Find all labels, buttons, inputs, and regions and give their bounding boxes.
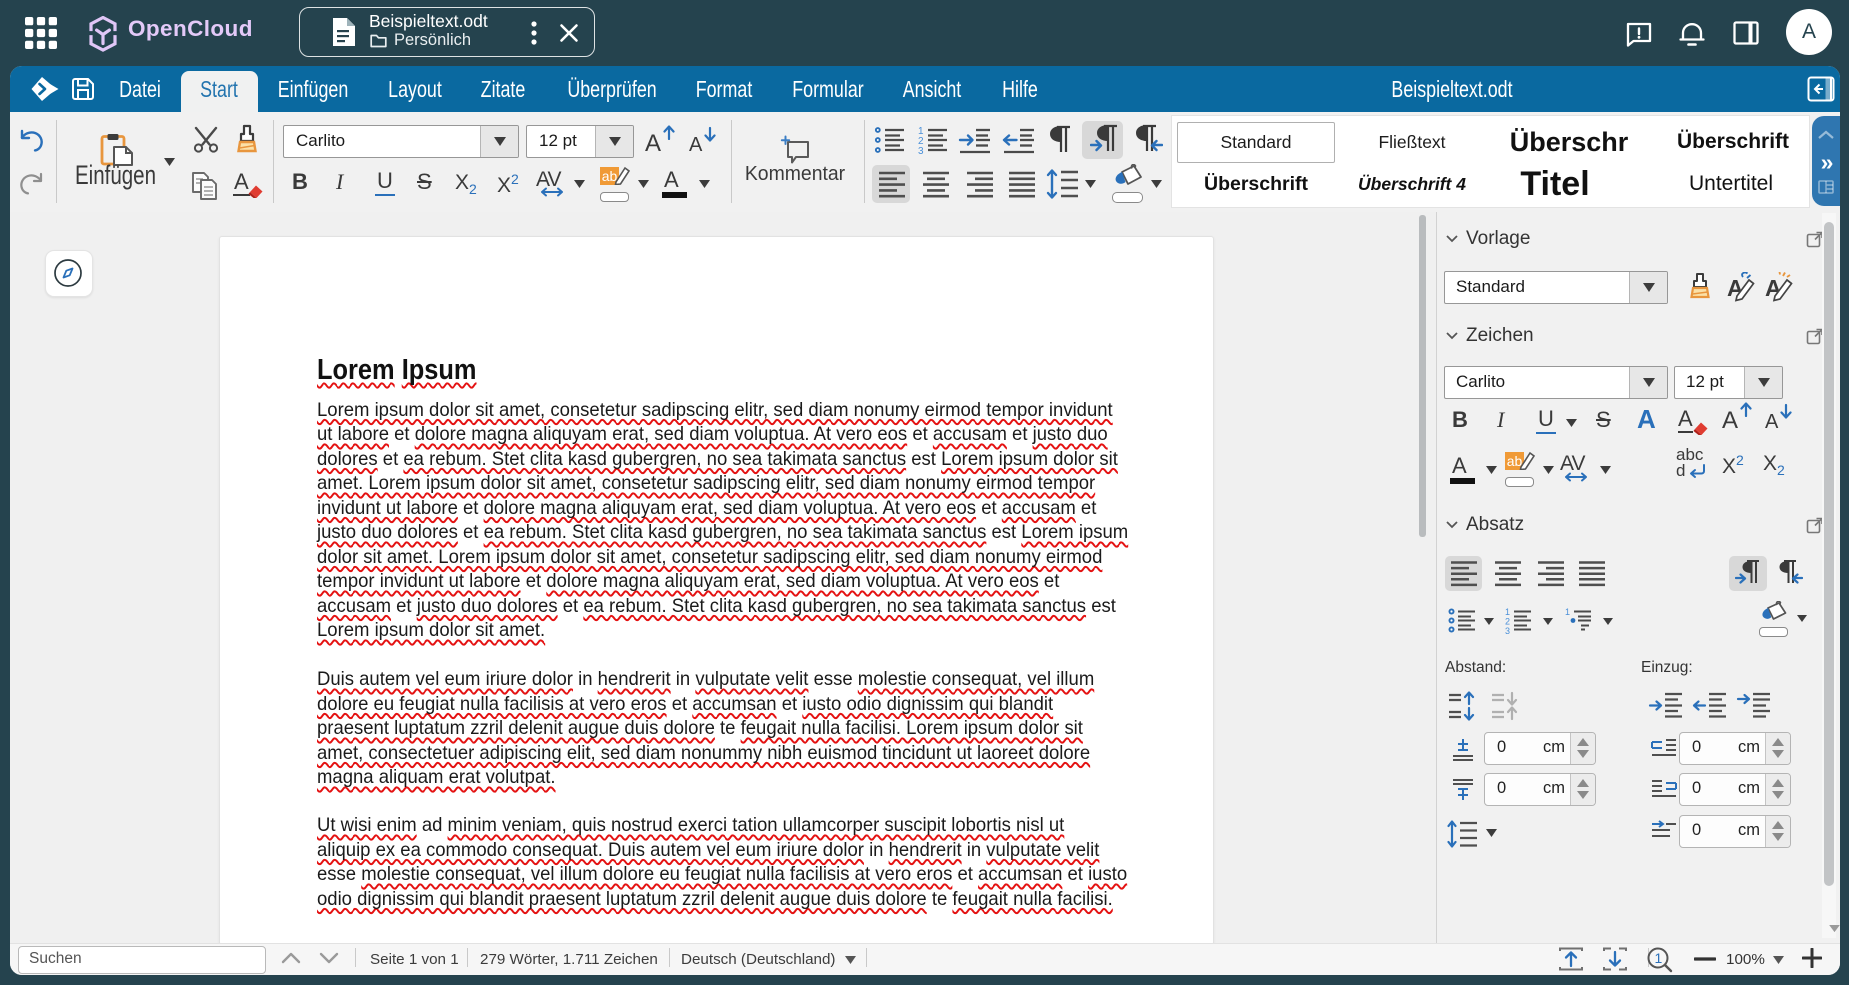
svg-text:3: 3: [918, 146, 924, 156]
svg-text:1: 1: [1565, 607, 1570, 617]
svg-text:2: 2: [1505, 617, 1510, 627]
svg-text:3: 3: [1505, 626, 1510, 635]
svg-text:1: 1: [1655, 950, 1663, 966]
svg-text:1: 1: [1505, 607, 1510, 617]
